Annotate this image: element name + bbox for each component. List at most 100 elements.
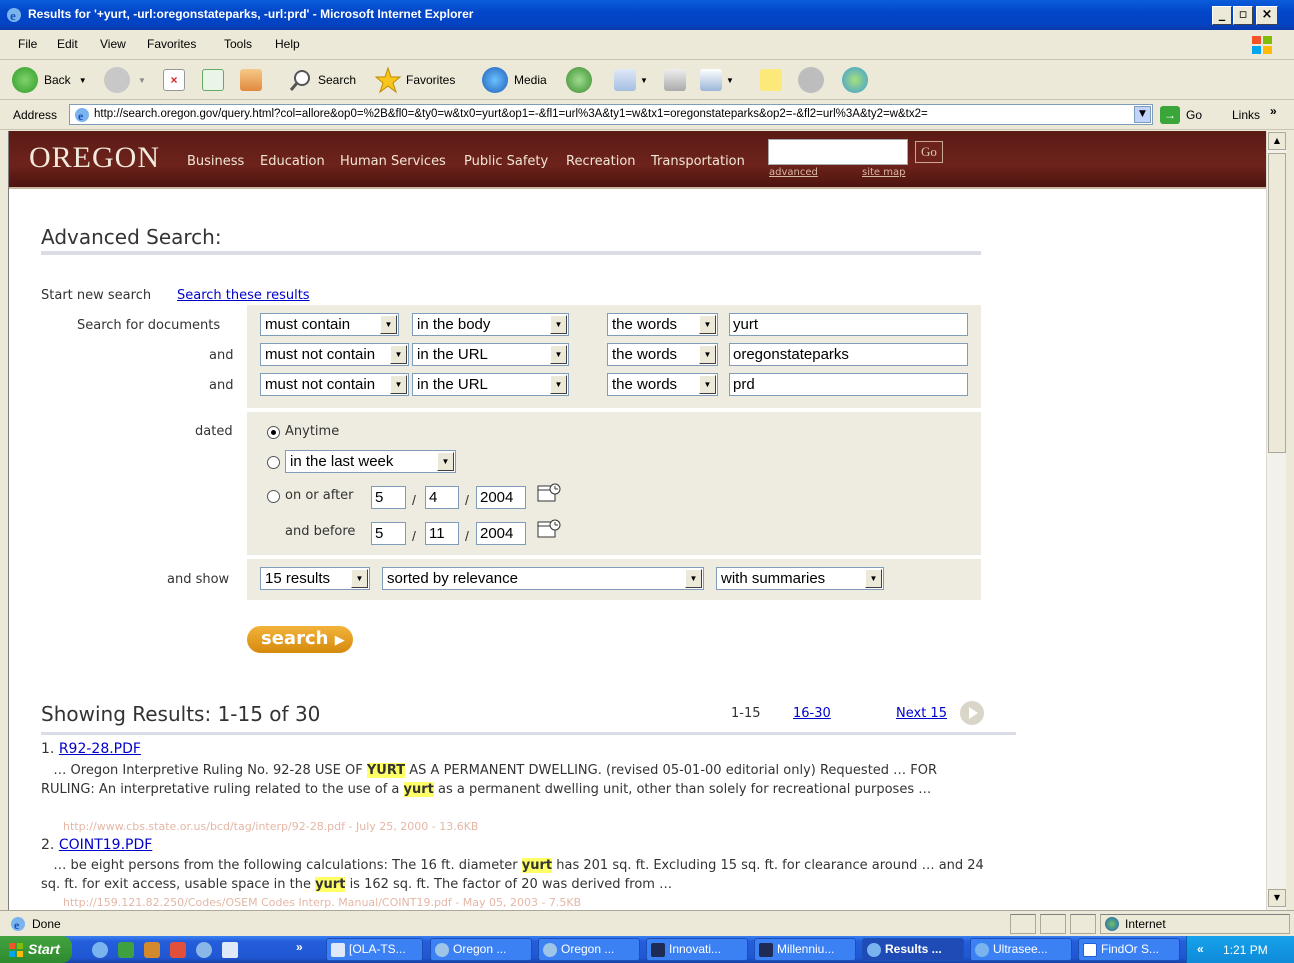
menu-view[interactable]: View — [100, 37, 126, 51]
location-select[interactable]: in the URL ▼ — [412, 343, 569, 366]
in-last-select[interactable]: in the last week ▼ — [285, 450, 456, 473]
scroll-thumb[interactable] — [1268, 153, 1286, 453]
result-number: 1. — [41, 741, 55, 757]
taskbar-item[interactable]: FindOr S... — [1078, 938, 1180, 961]
quicklaunch-icon[interactable] — [170, 942, 186, 958]
menu-file[interactable]: File — [18, 37, 37, 51]
search-button[interactable]: Search — [288, 66, 356, 94]
sort-select[interactable]: sorted by relevance ▼ — [382, 567, 704, 590]
back-button[interactable]: Back ▼ — [12, 66, 87, 94]
match-type-select[interactable]: the words ▼ — [607, 343, 718, 366]
nav-recreation[interactable]: Recreation — [566, 154, 636, 169]
links-button[interactable]: Links — [1232, 108, 1260, 122]
taskbar-item-active[interactable]: Results ... — [862, 938, 964, 961]
nav-education[interactable]: Education — [260, 154, 325, 169]
edit-button[interactable]: ▼ — [700, 66, 734, 94]
next-arrow-icon[interactable] — [959, 700, 985, 726]
menu-favorites[interactable]: Favorites — [147, 37, 196, 51]
query-text-input[interactable]: prd — [729, 373, 968, 396]
after-year-input[interactable]: 2004 — [476, 486, 526, 509]
tray-expand-chevron[interactable]: « — [1197, 942, 1204, 956]
after-month-input[interactable]: 5 — [371, 486, 406, 509]
query-text-input[interactable]: oregonstateparks — [729, 343, 968, 366]
on-or-after-radio[interactable] — [267, 490, 280, 503]
location-select[interactable]: in the URL ▼ — [412, 373, 569, 396]
search-these-results-link[interactable]: Search these results — [177, 288, 310, 303]
chevron-down-icon: ▼ — [390, 345, 407, 364]
menu-tools[interactable]: Tools — [224, 37, 252, 51]
nav-human-services[interactable]: Human Services — [340, 154, 446, 169]
note-button[interactable] — [760, 66, 782, 94]
home-button[interactable] — [240, 66, 262, 94]
menu-help[interactable]: Help — [275, 37, 300, 51]
svg-text:e: e — [10, 8, 16, 23]
result-title-link[interactable]: R92-28.PDF — [59, 741, 141, 757]
refresh-button[interactable] — [202, 66, 224, 94]
taskbar-item[interactable]: Ultrasee... — [970, 938, 1072, 961]
scroll-up-icon[interactable]: ▲ — [1268, 132, 1286, 150]
calendar-icon[interactable] — [537, 482, 561, 504]
before-day-input[interactable]: 11 — [425, 522, 459, 545]
calendar-icon[interactable] — [537, 518, 561, 540]
match-type-select[interactable]: the words ▼ — [607, 313, 718, 336]
next-page-link[interactable]: Next 15 — [896, 706, 947, 721]
operator-select[interactable]: must not contain ▼ — [260, 343, 409, 366]
anytime-radio[interactable] — [267, 426, 280, 439]
taskbar-item[interactable]: Innovati... — [646, 938, 748, 961]
discuss-button[interactable] — [798, 66, 824, 94]
advanced-link[interactable]: advanced — [769, 167, 818, 178]
close-button[interactable]: × — [1256, 6, 1278, 25]
site-search-go-button[interactable]: Go — [915, 141, 943, 163]
mail-button[interactable]: ▼ — [614, 66, 648, 94]
site-search-input[interactable] — [768, 139, 908, 165]
page-16-30-link[interactable]: 16-30 — [793, 706, 831, 721]
address-input[interactable]: e http://search.oregon.gov/query.html?co… — [69, 104, 1153, 125]
forward-button[interactable]: ▼ — [104, 66, 146, 94]
chevron-down-icon[interactable]: ▼ — [1134, 106, 1151, 123]
quicklaunch-icon[interactable] — [118, 942, 134, 958]
after-day-input[interactable]: 4 — [425, 486, 459, 509]
taskbar-item[interactable]: [OLA-TS... — [326, 938, 423, 961]
match-type-select[interactable]: the words ▼ — [607, 373, 718, 396]
nav-public-safety[interactable]: Public Safety — [464, 154, 548, 169]
ie-quicklaunch-icon[interactable] — [92, 942, 108, 958]
quicklaunch-icon[interactable] — [144, 942, 160, 958]
summaries-select[interactable]: with summaries ▼ — [716, 567, 884, 590]
history-button[interactable] — [566, 66, 592, 94]
start-button[interactable]: Start — [0, 936, 72, 963]
result-title-link[interactable]: COINT19.PDF — [59, 837, 153, 853]
menu-edit[interactable]: Edit — [57, 37, 78, 51]
minimize-button[interactable]: _ — [1212, 6, 1232, 25]
quicklaunch-icon[interactable] — [196, 942, 212, 958]
in-last-radio[interactable] — [267, 456, 280, 469]
more-icons-chevron[interactable]: » — [296, 940, 303, 954]
print-button[interactable] — [664, 66, 686, 94]
search-submit-button[interactable]: search ▶ — [247, 626, 353, 653]
vertical-scrollbar[interactable]: ▲ ▼ — [1266, 131, 1286, 910]
location-select[interactable]: in the body ▼ — [412, 313, 569, 336]
maximize-button[interactable]: ▫ — [1233, 6, 1253, 25]
nav-transportation[interactable]: Transportation — [651, 154, 745, 169]
before-year-input[interactable]: 2004 — [476, 522, 526, 545]
results-count-select[interactable]: 15 results ▼ — [260, 567, 370, 590]
history-icon — [566, 67, 592, 93]
stop-button[interactable]: × — [163, 66, 185, 94]
site-map-link[interactable]: site map — [862, 167, 905, 178]
operator-select[interactable]: must not contain ▼ — [260, 373, 409, 396]
taskbar-item[interactable]: Millenniu... — [754, 938, 856, 961]
before-month-input[interactable]: 5 — [371, 522, 406, 545]
operator-select[interactable]: must contain ▼ — [260, 313, 399, 336]
taskbar-item[interactable]: Oregon ... — [430, 938, 532, 961]
scroll-down-icon[interactable]: ▼ — [1268, 889, 1286, 907]
messenger-button[interactable] — [842, 66, 868, 94]
windows-flag-icon — [9, 943, 23, 957]
chevron-right-icon[interactable]: » — [1270, 104, 1277, 118]
query-text-input[interactable]: yurt — [729, 313, 968, 336]
nav-business[interactable]: Business — [187, 154, 244, 169]
mail-icon[interactable] — [222, 942, 238, 958]
media-button[interactable]: Media — [482, 66, 547, 94]
oregon-logo[interactable]: OREGON — [29, 141, 160, 175]
taskbar-item[interactable]: Oregon ... — [538, 938, 640, 961]
favorites-button[interactable]: Favorites — [374, 66, 455, 94]
go-button[interactable]: → Go — [1160, 106, 1202, 124]
